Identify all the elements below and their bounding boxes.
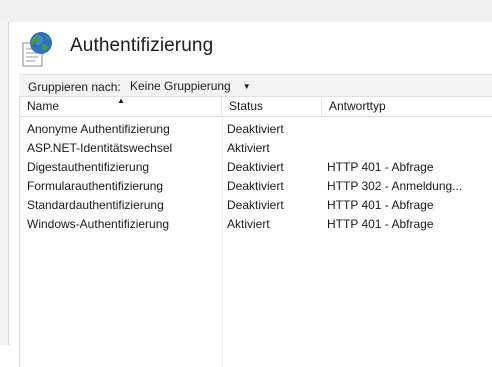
feature-panel: Authentifizierung Gruppieren nach: Keine… [9,22,492,367]
chevron-down-icon: ▼ [242,81,251,91]
row-status: Aktiviert [227,141,270,155]
left-pane-edge [0,22,9,345]
top-bar [0,0,492,23]
list-header: Name ▲ Status Antworttyp [20,96,492,117]
authentication-list: Name ▲ Status Antworttyp Anonyme Authent… [19,96,492,367]
table-row[interactable]: ASP.NET-Identitätswechsel Aktiviert [20,139,492,158]
row-status: Deaktiviert [227,198,284,212]
row-response-type: HTTP 401 - Abfrage [327,198,434,212]
list-rows: Anonyme Authentifizierung Deaktiviert AS… [20,120,492,234]
row-response-type: HTTP 401 - Abfrage [327,217,434,231]
column-header-status[interactable]: Status [222,97,322,116]
group-by-dropdown[interactable]: Keine Gruppierung ▼ [127,76,255,96]
row-response-type: HTTP 302 - Anmeldung... [327,179,463,193]
row-status: Deaktiviert [227,122,284,136]
row-response-type: HTTP 401 - Abfrage [327,160,434,174]
table-row[interactable]: Anonyme Authentifizierung Deaktiviert [20,120,492,139]
row-name: Anonyme Authentifizierung [27,122,170,136]
group-by-value: Keine Gruppierung [130,79,231,93]
row-name: Digestauthentifizierung [27,160,150,174]
column-header-response-type[interactable]: Antworttyp [322,97,492,116]
row-name: Windows-Authentifizierung [27,217,170,231]
row-status: Aktiviert [227,217,270,231]
globe-page-icon [22,32,52,67]
table-row[interactable]: Windows-Authentifizierung Aktiviert HTTP… [20,215,492,234]
sort-ascending-icon: ▲ [117,96,125,105]
row-status: Deaktiviert [227,160,284,174]
table-row[interactable]: Standardauthentifizierung Deaktiviert HT… [20,196,492,215]
row-name: Standardauthentifizierung [27,198,164,212]
page-title: Authentifizierung [70,35,214,56]
column-header-name[interactable]: Name ▲ [20,96,222,116]
table-row[interactable]: Formularauthentifizierung Deaktiviert HT… [20,177,492,196]
row-name: ASP.NET-Identitätswechsel [27,141,173,155]
row-name: Formularauthentifizierung [27,179,164,193]
group-by-label: Gruppieren nach: [28,80,121,94]
group-by-toolbar: Gruppieren nach: Keine Gruppierung ▼ [19,74,492,97]
table-row[interactable]: Digestauthentifizierung Deaktiviert HTTP… [20,158,492,177]
row-status: Deaktiviert [227,179,284,193]
